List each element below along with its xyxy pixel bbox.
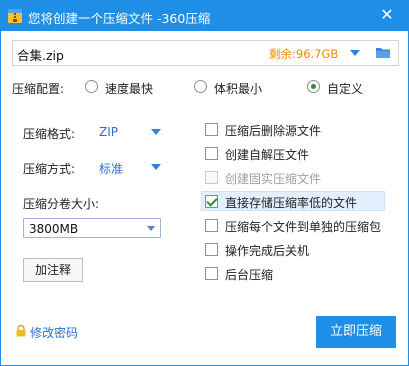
split-size-value: 3800MB <box>29 222 79 236</box>
checkbox-store-low-ratio[interactable] <box>205 195 218 208</box>
format-value: ZIP <box>99 125 118 139</box>
checkbox-separate-archives[interactable] <box>205 219 218 232</box>
method-label: 压缩方式: <box>23 162 76 176</box>
option-background[interactable]: 后台压缩 <box>225 266 273 283</box>
free-space-label: 剩余:96.7GB <box>269 47 339 61</box>
method-value: 标准 <box>99 162 124 176</box>
config-label: 压缩配置: <box>12 82 65 96</box>
change-password-link[interactable]: 修改密码 <box>30 324 78 341</box>
radio-speed[interactable] <box>85 80 98 93</box>
checkbox-shutdown[interactable] <box>205 243 218 256</box>
radio-size-label[interactable]: 体积最小 <box>214 80 262 97</box>
option-shutdown[interactable]: 操作完成后关机 <box>225 242 309 259</box>
archive-path-field[interactable]: 合集.zip 剩余:96.7GB <box>12 40 399 66</box>
folder-icon[interactable] <box>375 45 391 61</box>
option-store-low-ratio[interactable]: 直接存储压缩率低的文件 <box>225 194 357 211</box>
lock-icon <box>16 325 26 337</box>
split-size-select[interactable]: 3800MB <box>23 218 161 238</box>
option-solid-archive: 创建固实压缩文件 <box>225 172 322 186</box>
chevron-down-icon <box>151 164 161 170</box>
add-comment-button[interactable]: 加注释 <box>23 258 83 282</box>
chevron-down-icon[interactable] <box>350 50 360 56</box>
method-select[interactable]: 标准 <box>97 156 165 176</box>
chevron-down-icon <box>147 226 155 231</box>
radio-custom-label[interactable]: 自定义 <box>327 80 363 97</box>
option-self-extract[interactable]: 创建自解压文件 <box>225 146 309 163</box>
chevron-down-icon <box>151 129 161 135</box>
option-delete-source[interactable]: 压缩后删除源文件 <box>225 122 321 139</box>
radio-custom[interactable] <box>307 80 320 93</box>
radio-speed-label[interactable]: 速度最快 <box>105 80 153 97</box>
split-label: 压缩分卷大小: <box>23 197 100 211</box>
title-bar: 您将创建一个压缩文件 -360压缩 ✕ <box>1 1 408 31</box>
checkbox-background[interactable] <box>205 267 218 280</box>
checkbox-self-extract[interactable] <box>205 147 218 160</box>
window-title: 您将创建一个压缩文件 -360压缩 <box>28 11 211 26</box>
option-separate-archives[interactable]: 压缩每个文件到单独的压缩包 <box>225 218 381 235</box>
format-label: 压缩格式: <box>23 127 76 141</box>
archive-app-icon <box>8 9 22 23</box>
format-select[interactable]: ZIP <box>97 121 165 141</box>
checkbox-solid-archive <box>205 171 218 184</box>
radio-size[interactable] <box>194 80 207 93</box>
archive-name[interactable]: 合集.zip <box>17 45 64 64</box>
compress-now-button[interactable]: 立即压缩 <box>316 316 396 348</box>
compress-dialog: 您将创建一个压缩文件 -360压缩 ✕ 合集.zip 剩余:96.7GB 压缩配… <box>0 0 409 366</box>
checkbox-delete-source[interactable] <box>205 123 218 136</box>
close-icon[interactable]: ✕ <box>378 6 396 24</box>
